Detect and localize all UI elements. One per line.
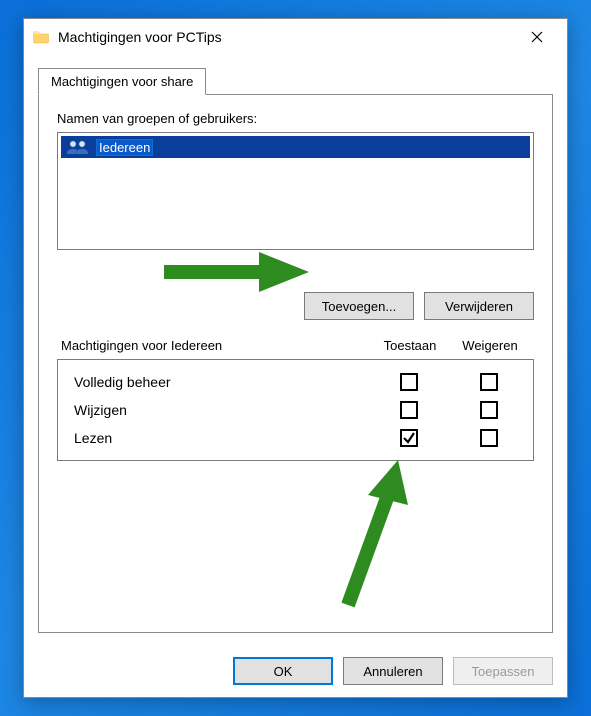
col-allow: Toestaan: [370, 338, 450, 353]
add-button[interactable]: Toevoegen...: [304, 292, 414, 320]
close-icon: [531, 31, 543, 43]
checkbox-deny-read[interactable]: [480, 429, 498, 447]
list-item-label: Iedereen: [96, 139, 153, 156]
perm-label: Volledig beheer: [74, 374, 369, 390]
tab-strip: Machtigingen voor share: [38, 68, 553, 95]
titlebar: Machtigingen voor PCTips: [24, 19, 567, 55]
window-title: Machtigingen voor PCTips: [58, 29, 515, 45]
permissions-for-label: Machtigingen voor Iedereen: [61, 338, 370, 353]
perm-row-read: Lezen: [74, 424, 529, 452]
checkbox-deny-change[interactable]: [480, 401, 498, 419]
apply-button[interactable]: Toepassen: [453, 657, 553, 685]
perm-row-full-control: Volledig beheer: [74, 368, 529, 396]
tab-share-permissions[interactable]: Machtigingen voor share: [38, 68, 206, 95]
perm-row-change: Wijzigen: [74, 396, 529, 424]
dialog-footer: OK Annuleren Toepassen: [24, 645, 567, 697]
close-button[interactable]: [515, 22, 559, 52]
groups-listbox[interactable]: Iedereen: [57, 132, 534, 250]
checkbox-allow-full[interactable]: [400, 373, 418, 391]
check-icon: [402, 431, 416, 445]
remove-button[interactable]: Verwijderen: [424, 292, 534, 320]
perm-label: Wijzigen: [74, 402, 369, 418]
permissions-list: Volledig beheer Wijzigen Lezen: [57, 359, 534, 461]
checkbox-deny-full[interactable]: [480, 373, 498, 391]
checkbox-allow-change[interactable]: [400, 401, 418, 419]
list-item[interactable]: Iedereen: [61, 136, 530, 158]
permissions-dialog: Machtigingen voor PCTips Machtigingen vo…: [23, 18, 568, 698]
annotation-arrow-2: [308, 455, 428, 615]
client-area: Machtigingen voor share Namen van groepe…: [24, 55, 567, 645]
add-remove-row: Toevoegen... Verwijderen: [57, 292, 534, 320]
folder-icon: [32, 28, 50, 46]
cancel-button[interactable]: Annuleren: [343, 657, 443, 685]
col-deny: Weigeren: [450, 338, 530, 353]
checkbox-allow-read[interactable]: [400, 429, 418, 447]
group-icon: [64, 138, 92, 156]
perm-label: Lezen: [74, 430, 369, 446]
ok-button[interactable]: OK: [233, 657, 333, 685]
groups-label: Namen van groepen of gebruikers:: [57, 111, 534, 126]
tab-panel: Namen van groepen of gebruikers: Iederee…: [38, 94, 553, 633]
permissions-header: Machtigingen voor Iedereen Toestaan Weig…: [57, 338, 534, 359]
